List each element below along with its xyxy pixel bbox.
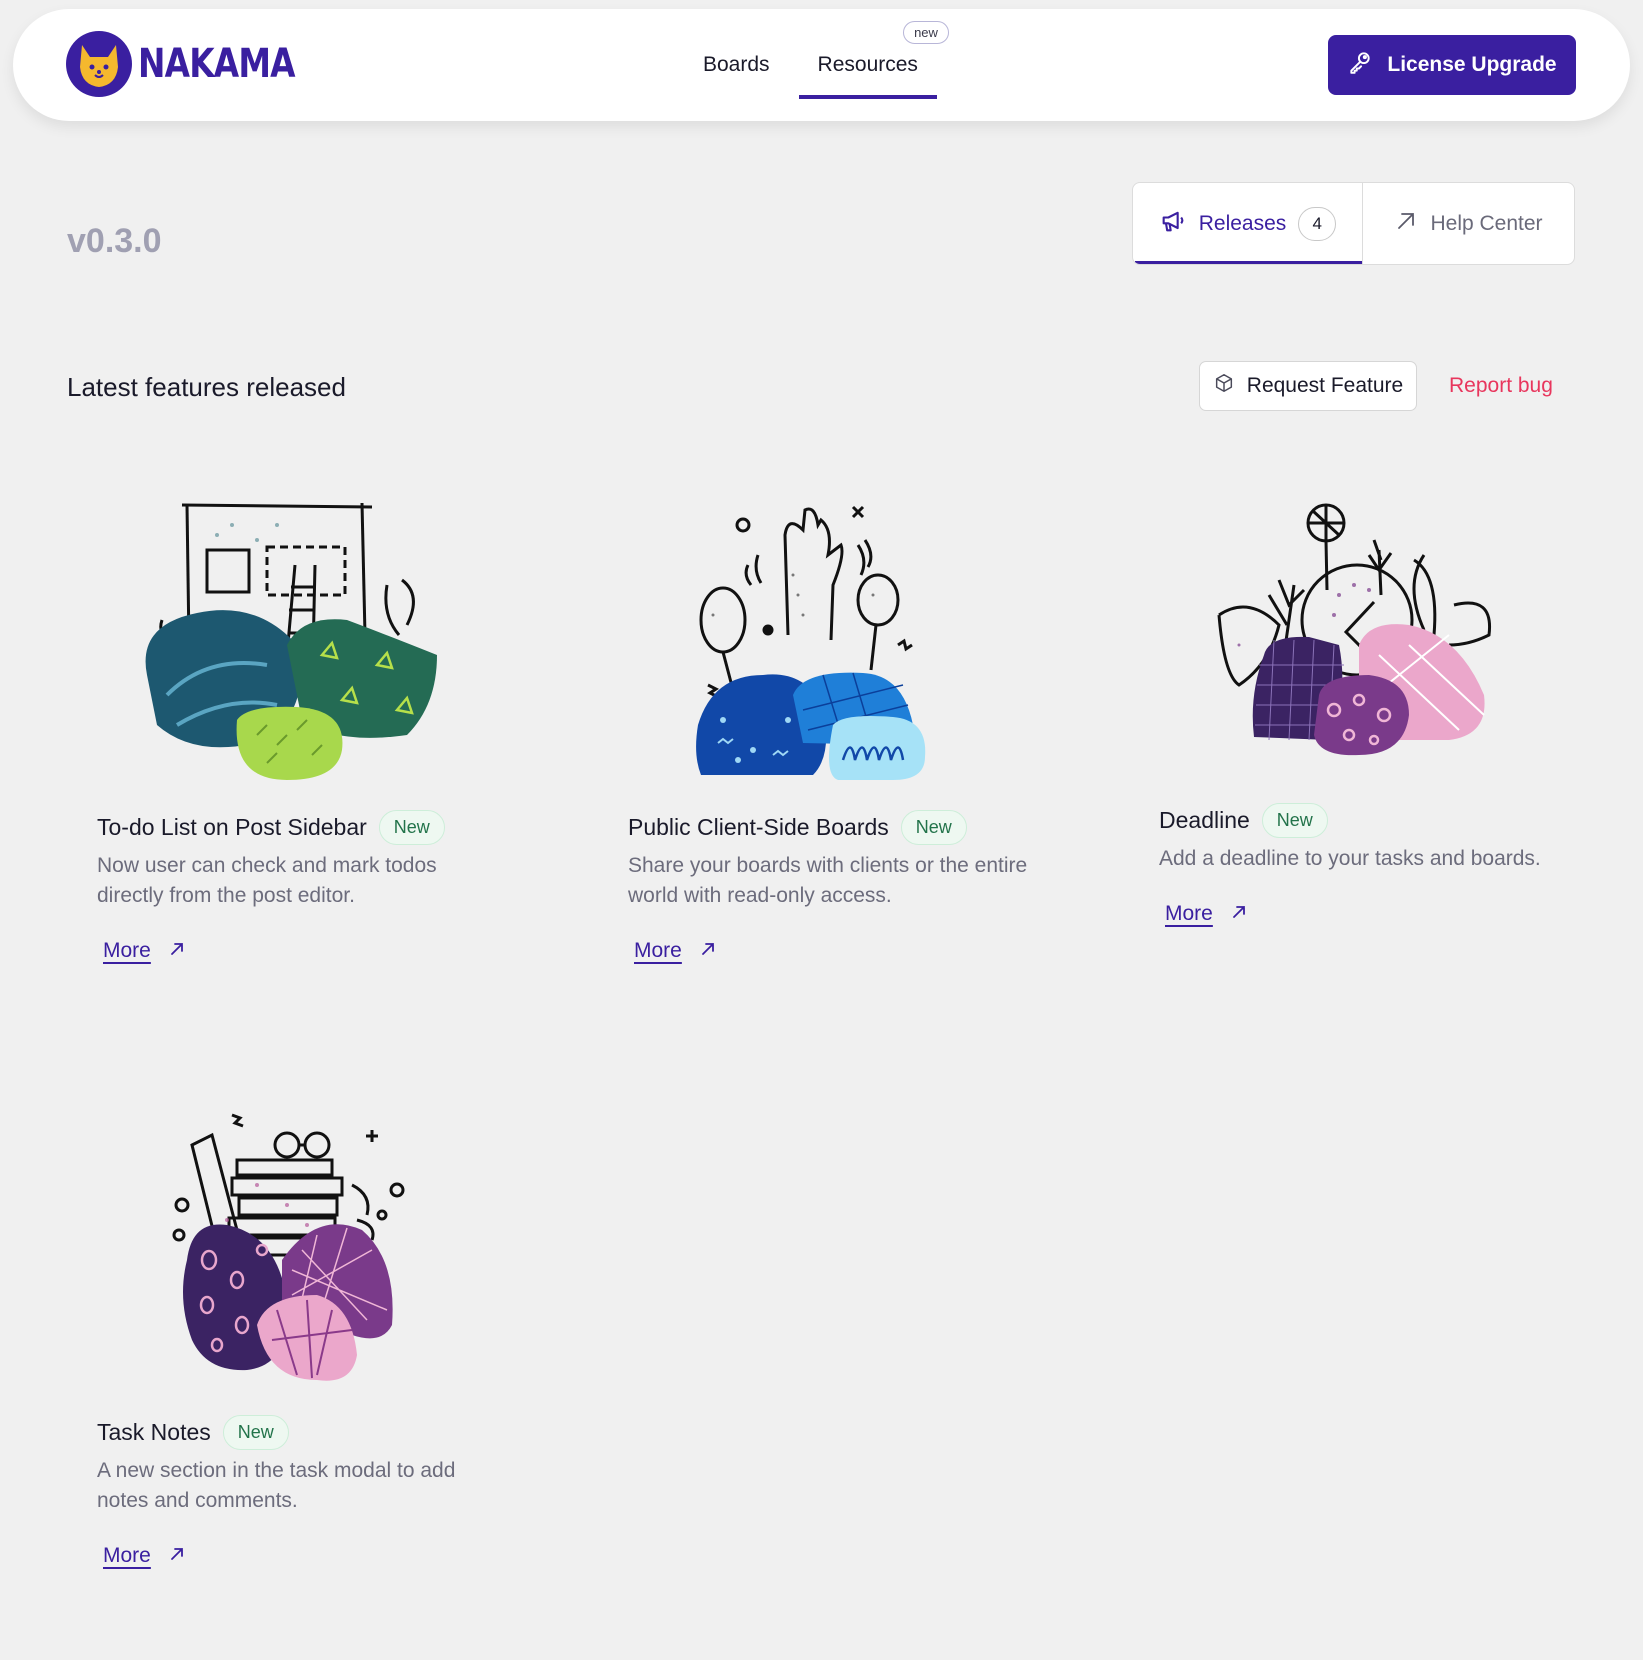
feature-description: Share your boards with clients or the en… [628, 854, 1028, 907]
nav-item-label: Boards [703, 53, 770, 76]
license-upgrade-label: License Upgrade [1387, 53, 1557, 76]
version-label: v0.3.0 [67, 222, 162, 260]
request-feature-button[interactable]: Request Feature [1199, 361, 1417, 411]
key-icon [1347, 49, 1373, 81]
cube-icon [1213, 372, 1235, 400]
new-badge: new [903, 21, 949, 44]
nav-item-boards[interactable]: Boards [684, 9, 789, 121]
section-title: Latest features released [67, 372, 346, 402]
new-badge: New [1261, 803, 1328, 838]
more-link[interactable]: More [103, 939, 185, 963]
new-badge: New [900, 810, 967, 845]
arrow-up-right-icon [169, 1546, 185, 1567]
feature-title-row: Task Notes New [97, 1415, 289, 1450]
tab-help-center[interactable]: Help Center [1363, 183, 1574, 264]
feature-card-todo: To-do List on Post Sidebar New Now user … [97, 495, 557, 975]
megaphone-icon [1159, 207, 1187, 241]
feature-card-task-notes: Task Notes New A new section in the task… [97, 1110, 557, 1590]
feature-title-row: Public Client-Side Boards New [628, 810, 967, 845]
nav-item-label: Resources [817, 53, 918, 76]
more-link-label: More [103, 939, 151, 962]
arrow-up-right-icon [700, 941, 716, 962]
deadline-illustration [1209, 495, 1499, 780]
arrow-up-right-icon [1231, 904, 1247, 925]
feature-description: A new section in the task modal to add n… [97, 1459, 456, 1512]
release-tabs: Releases 4 Help Center [1132, 182, 1575, 265]
more-link[interactable]: More [634, 939, 716, 963]
more-link-label: More [103, 1544, 151, 1567]
task-notes-illustration [167, 1110, 417, 1395]
nakama-logo[interactable]: NAKAMA [66, 31, 329, 97]
new-badge: New [378, 810, 445, 845]
tab-releases[interactable]: Releases 4 [1133, 183, 1363, 264]
feature-title-row: To-do List on Post Sidebar New [97, 810, 445, 845]
feature-card-deadline: Deadline New Add a deadline to your task… [1159, 495, 1619, 935]
more-link[interactable]: More [1165, 902, 1247, 926]
feature-description: Now user can check and mark todos direct… [97, 854, 437, 907]
license-upgrade-button[interactable]: License Upgrade [1328, 35, 1576, 95]
tab-help-center-label: Help Center [1430, 211, 1543, 235]
dog-logo-icon [66, 31, 132, 97]
feature-description: Add a deadline to your tasks and boards. [1159, 847, 1541, 870]
public-boards-illustration [693, 495, 933, 790]
releases-count-badge: 4 [1298, 206, 1337, 241]
more-link[interactable]: More [103, 1544, 185, 1568]
main-nav: Boards Resources new [684, 9, 949, 121]
new-badge: New [222, 1415, 289, 1450]
feature-title: Deadline [1159, 807, 1250, 833]
nav-item-resources[interactable]: Resources new [798, 9, 949, 121]
request-feature-label: Request Feature [1246, 374, 1404, 397]
logo-text: NAKAMA [138, 41, 296, 87]
arrow-up-right-icon [169, 941, 185, 962]
report-bug-link[interactable]: Report bug [1449, 374, 1553, 398]
more-link-label: More [1165, 902, 1213, 925]
feature-title: Public Client-Side Boards [628, 814, 889, 840]
tab-releases-label: Releases [1198, 211, 1287, 235]
feature-title-row: Deadline New [1159, 803, 1328, 838]
arrow-up-right-icon [1394, 209, 1418, 239]
feature-card-public-boards: Public Client-Side Boards New Share your… [628, 495, 1088, 975]
feature-title: To-do List on Post Sidebar [97, 814, 367, 840]
top-navbar: NAKAMA Boards Resources new License Upgr… [13, 9, 1630, 121]
more-link-label: More [634, 939, 682, 962]
feature-title: Task Notes [97, 1419, 211, 1445]
todo-illustration [137, 495, 447, 790]
